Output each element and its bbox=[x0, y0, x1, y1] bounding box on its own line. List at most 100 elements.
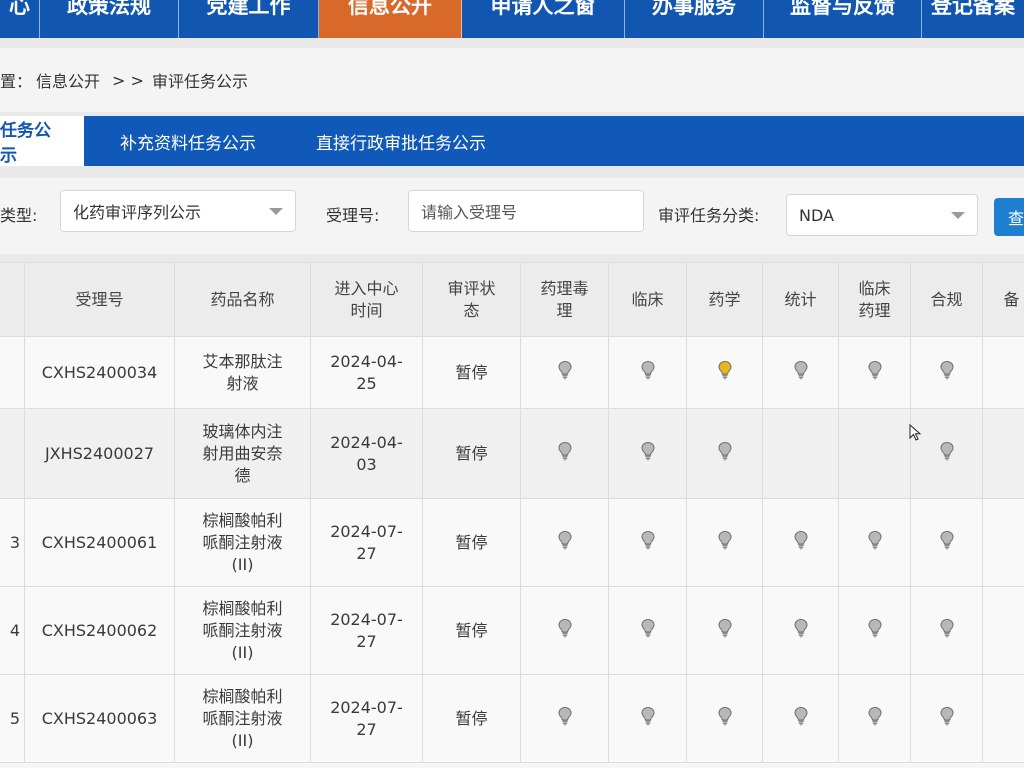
header-accept-no: 受理号 bbox=[24, 262, 175, 337]
row-clinical-status bbox=[608, 336, 687, 409]
accept-no-input[interactable]: 请输入受理号 bbox=[408, 190, 644, 232]
row-accept-no: CXHS2400034 bbox=[24, 336, 175, 409]
lightbulb-icon[interactable] bbox=[939, 530, 955, 550]
breadcrumb-current: 审评任务公示 bbox=[151, 72, 248, 91]
row-pharmacy-status bbox=[686, 408, 763, 499]
lightbulb-icon[interactable] bbox=[640, 530, 656, 550]
row-compliance-status bbox=[910, 336, 983, 409]
lightbulb-icon[interactable] bbox=[557, 530, 573, 550]
lightbulb-icon[interactable] bbox=[640, 360, 656, 380]
lightbulb-icon[interactable] bbox=[640, 706, 656, 726]
nav-item-party[interactable]: 党建工作 bbox=[179, 0, 319, 38]
nav-item-info-public[interactable]: 信息公开 bbox=[319, 0, 462, 38]
query-button[interactable]: 查 bbox=[994, 198, 1024, 236]
tab-task-public[interactable]: 任务公示 bbox=[0, 116, 84, 166]
row-enter-time: 2024-07-27 bbox=[310, 586, 423, 675]
lightbulb-icon[interactable] bbox=[717, 441, 733, 461]
lightbulb-icon[interactable] bbox=[939, 706, 955, 726]
table-row[interactable]: 5 CXHS2400063 棕榈酸帕利哌酮注射液(II) 2024-07-27 暂停 bbox=[0, 674, 1024, 763]
row-status: 暂停 bbox=[422, 408, 521, 499]
category-select[interactable]: NDA bbox=[786, 194, 978, 236]
row-pharmacy-status bbox=[686, 336, 763, 409]
breadcrumb-section[interactable]: 信息公开 bbox=[36, 68, 100, 92]
row-drug-name: 棕榈酸帕利哌酮注射液(II) bbox=[174, 498, 311, 587]
nav-item-applicant[interactable]: 申请人之窗 bbox=[462, 0, 625, 38]
lightbulb-icon[interactable] bbox=[557, 360, 573, 380]
tab-direct-approval[interactable]: 直接行政审批任务公示 bbox=[288, 116, 514, 166]
lightbulb-icon[interactable] bbox=[557, 441, 573, 461]
mouse-cursor-icon bbox=[909, 424, 922, 441]
lightbulb-icon[interactable] bbox=[867, 530, 883, 550]
row-clinical-status bbox=[608, 674, 687, 763]
lightbulb-icon[interactable] bbox=[939, 618, 955, 638]
header-compliance: 合规 bbox=[910, 262, 983, 337]
row-clinical-status bbox=[608, 408, 687, 499]
row-compliance-status bbox=[910, 586, 983, 675]
lightbulb-icon[interactable] bbox=[793, 706, 809, 726]
header-drug-name: 药品名称 bbox=[174, 262, 311, 337]
lightbulb-icon[interactable] bbox=[867, 706, 883, 726]
nav-item-partial[interactable]: 心 bbox=[0, 0, 40, 38]
table-row[interactable]: JXHS2400027 玻璃体内注射用曲安奈德 2024-04-03 暂停 bbox=[0, 408, 1024, 499]
row-status: 暂停 bbox=[422, 586, 521, 675]
lightbulb-icon[interactable] bbox=[717, 530, 733, 550]
lightbulb-icon[interactable] bbox=[717, 706, 733, 726]
table-row[interactable]: CXHS2400034 艾本那肽注射液 2024-04-25 暂停 bbox=[0, 336, 1024, 409]
lightbulb-icon[interactable] bbox=[939, 360, 955, 380]
row-index bbox=[0, 408, 25, 499]
lightbulb-icon[interactable] bbox=[867, 618, 883, 638]
row-pharmacy-status bbox=[686, 674, 763, 763]
row-pharmacy-status bbox=[686, 498, 763, 587]
lightbulb-icon[interactable] bbox=[557, 706, 573, 726]
row-clinical-pharmacology-status bbox=[838, 408, 911, 499]
row-statistics-status bbox=[762, 498, 839, 587]
row-compliance-status bbox=[910, 674, 983, 763]
row-index: 4 bbox=[0, 586, 25, 675]
row-remark bbox=[982, 498, 1024, 587]
row-pharmacology-status bbox=[520, 674, 609, 763]
header-status: 审评状态 bbox=[422, 262, 521, 337]
lightbulb-icon[interactable] bbox=[640, 618, 656, 638]
breadcrumb-separator: > > bbox=[112, 70, 144, 90]
lightbulb-icon[interactable] bbox=[640, 441, 656, 461]
tab-bar: 任务公示 补充资料任务公示 直接行政审批任务公示 bbox=[0, 116, 1024, 166]
table-row[interactable]: 4 CXHS2400062 棕榈酸帕利哌酮注射液(II) 2024-07-27 暂停 bbox=[0, 586, 1024, 675]
row-clinical-pharmacology-status bbox=[838, 674, 911, 763]
header-statistics: 统计 bbox=[762, 262, 839, 337]
nav-item-registration[interactable]: 登记备案 bbox=[922, 0, 1024, 38]
lightbulb-icon[interactable] bbox=[717, 360, 733, 380]
nav-item-service[interactable]: 办事服务 bbox=[625, 0, 764, 38]
header-clinical-pharmacology: 临床药理 bbox=[838, 262, 911, 337]
lightbulb-icon[interactable] bbox=[557, 618, 573, 638]
type-select[interactable]: 化药审评序列公示 bbox=[60, 190, 296, 232]
table-row[interactable]: 3 CXHS2400061 棕榈酸帕利哌酮注射液(II) 2024-07-27 暂停 bbox=[0, 498, 1024, 587]
row-pharmacy-status bbox=[686, 586, 763, 675]
lightbulb-icon[interactable] bbox=[717, 618, 733, 638]
nav-item-policy[interactable]: 政策法规 bbox=[40, 0, 179, 38]
lightbulb-icon[interactable] bbox=[793, 618, 809, 638]
row-enter-time: 2024-07-27 bbox=[310, 498, 423, 587]
row-pharmacology-status bbox=[520, 498, 609, 587]
row-remark bbox=[982, 408, 1024, 499]
tab-supplement[interactable]: 补充资料任务公示 bbox=[84, 116, 288, 166]
row-statistics-status bbox=[762, 336, 839, 409]
category-select-value: NDA bbox=[799, 205, 834, 225]
header-remark: 备 bbox=[982, 262, 1024, 337]
lightbulb-icon[interactable] bbox=[793, 530, 809, 550]
row-pharmacology-status bbox=[520, 336, 609, 409]
row-clinical-status bbox=[608, 498, 687, 587]
row-index: 5 bbox=[0, 674, 25, 763]
lightbulb-icon[interactable] bbox=[793, 360, 809, 380]
row-statistics-status bbox=[762, 674, 839, 763]
nav-item-feedback[interactable]: 监督与反馈 bbox=[764, 0, 922, 38]
lightbulb-icon[interactable] bbox=[939, 441, 955, 461]
lightbulb-icon[interactable] bbox=[867, 360, 883, 380]
row-drug-name: 玻璃体内注射用曲安奈德 bbox=[174, 408, 311, 499]
breadcrumb: 置： 信息公开 > > 审评任务公示 bbox=[0, 48, 1024, 112]
row-remark bbox=[982, 674, 1024, 763]
row-statistics-status bbox=[762, 586, 839, 675]
row-accept-no: CXHS2400062 bbox=[24, 586, 175, 675]
header-pharmacy: 药学 bbox=[686, 262, 763, 337]
category-label: 审评任务分类: bbox=[658, 206, 760, 225]
row-clinical-pharmacology-status bbox=[838, 586, 911, 675]
